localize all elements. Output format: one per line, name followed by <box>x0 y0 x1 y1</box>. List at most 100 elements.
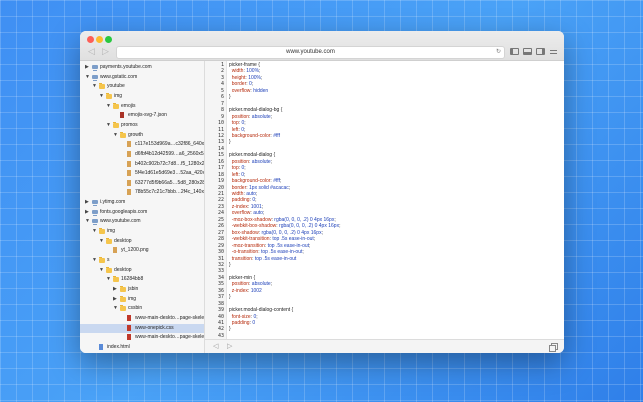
tree-item-label: index.html <box>107 343 130 350</box>
indent-left-icon[interactable]: ◁ <box>213 343 218 350</box>
tree-item[interactable]: ▼ 16284bb8 <box>80 275 204 284</box>
code-token: transition <box>229 255 253 262</box>
code-token: 100% <box>248 74 261 81</box>
tree-item[interactable]: ▼ desktop <box>80 237 204 246</box>
disclosure-expanded-icon[interactable]: ▼ <box>106 121 111 130</box>
disclosure-expanded-icon[interactable]: ▼ <box>85 73 90 82</box>
disclosure-expanded-icon[interactable]: ▼ <box>99 92 104 101</box>
tree-item[interactable]: ▶ payments.youtube.com <box>80 63 204 72</box>
tree-item-label: fonts.googleapis.com <box>100 208 148 215</box>
disclosure-collapsed-icon[interactable]: ▶ <box>85 63 90 72</box>
code-token: ; <box>244 165 246 172</box>
tree-item-label: www.youtube.com <box>100 218 141 225</box>
disclosure-expanded-icon[interactable]: ▼ <box>92 227 97 236</box>
address-bar[interactable]: www.youtube.com ↻ <box>116 46 505 59</box>
tree-item[interactable]: b402c902b72c7d8…f5_1280x260.jpeg <box>80 160 204 169</box>
tree-item-label: img <box>107 228 116 235</box>
tree-item-label: youtube <box>107 83 125 90</box>
tree-item[interactable]: ▶ i.ytimg.com <box>80 198 204 207</box>
disclosure-collapsed-icon[interactable]: ▶ <box>113 285 118 294</box>
code-token: rgba(0, 0, 0, .2) 0 4px 16px <box>279 223 340 230</box>
tree-item[interactable]: ▶ img <box>80 295 204 304</box>
tree-item-label: emojis <box>121 102 136 109</box>
disclosure-expanded-icon[interactable]: ▼ <box>85 217 90 226</box>
disclosure-expanded-icon[interactable]: ▼ <box>92 82 97 91</box>
code-token: z-index <box>229 203 248 210</box>
copy-icon[interactable] <box>549 343 558 352</box>
sidebar-right-layout-icon[interactable] <box>536 48 545 55</box>
tree-item[interactable]: ▼ youtube <box>80 82 204 91</box>
tree-item[interactable]: ▼ img <box>80 92 204 101</box>
tree-item-label: payments.youtube.com <box>100 64 152 70</box>
settings-sliders-icon[interactable] <box>549 48 558 55</box>
tree-item-label: b402c902b72c7d8…f5_1280x260.jpeg <box>135 160 204 167</box>
code-token: ; <box>302 249 304 256</box>
code-token: height <box>229 74 246 81</box>
minimize-window-button[interactable] <box>96 36 103 43</box>
sidebar-left-layout-icon[interactable] <box>510 48 519 55</box>
code-token: 1002 <box>250 287 262 294</box>
code-token: ; <box>259 68 261 75</box>
image-file-icon <box>127 141 131 148</box>
forward-arrow-icon[interactable]: ▷ <box>102 47 109 56</box>
tree-item[interactable]: ▼ cssbin <box>80 304 204 313</box>
tree-item[interactable]: ▼ s <box>80 256 204 265</box>
disclosure-expanded-icon[interactable]: ▼ <box>113 304 118 313</box>
tree-item[interactable]: 5f4e1d61e5d69e3…52aa_420x420.png <box>80 169 204 178</box>
disclosure-expanded-icon[interactable]: ▼ <box>106 102 111 111</box>
disclosure-collapsed-icon[interactable]: ▶ <box>85 198 90 207</box>
disclosure-expanded-icon[interactable]: ▼ <box>92 256 97 265</box>
tree-item[interactable]: ▼ emojis <box>80 102 204 111</box>
tree-item[interactable]: www-main-deskto…page-skeleton.css <box>80 314 204 323</box>
code-token: top .5s ease-in-out <box>267 242 310 249</box>
zoom-window-button[interactable] <box>105 36 112 43</box>
code-token: 1001 <box>250 203 262 210</box>
code-line: } <box>229 94 231 100</box>
tree-item[interactable]: ▶ jsbin <box>80 285 204 294</box>
tree-item[interactable]: ▼ www.youtube.com <box>80 217 204 226</box>
disclosure-collapsed-icon[interactable]: ▶ <box>85 208 90 217</box>
tree-item[interactable]: emojis-svg-7.json <box>80 111 204 120</box>
code-token: -moz-transition <box>229 242 265 249</box>
tree-item[interactable]: d6fbf4b12d42599…a6_2560x520.jpeg <box>80 150 204 159</box>
disclosure-collapsed-icon[interactable]: ▶ <box>113 295 118 304</box>
code-token: 0 <box>252 320 256 326</box>
tree-item[interactable]: 78b55c7c21c7bbb…2f4c_140x140.png <box>80 188 204 197</box>
disclosure-expanded-icon[interactable]: ▼ <box>113 131 118 140</box>
code-token: 1px solid #acacac <box>249 184 289 191</box>
tree-item[interactable]: www-main-deskto…page-skeleton.css <box>80 333 204 342</box>
tree-item[interactable]: ▼ desktop <box>80 266 204 275</box>
disclosure-expanded-icon[interactable]: ▼ <box>106 275 111 284</box>
tree-item[interactable]: ▼ growth <box>80 131 204 140</box>
code-token: font-size <box>229 313 251 320</box>
file-tree-sidebar: ▶ payments.youtube.com ▼ www.gstatic.com ▼ yo… <box>80 61 205 353</box>
tree-item[interactable]: yt_1200.png <box>80 246 204 255</box>
bottom-panel-layout-icon[interactable] <box>523 48 532 55</box>
close-window-button[interactable] <box>87 36 94 43</box>
code-token: ; <box>260 74 263 81</box>
indent-right-icon[interactable]: ▷ <box>227 343 232 350</box>
disclosure-expanded-icon[interactable]: ▼ <box>99 237 104 246</box>
tree-item[interactable]: c117e153d969a…c32f86_640x48.png <box>80 140 204 149</box>
tree-item[interactable]: ▼ www.gstatic.com <box>80 73 204 82</box>
back-arrow-icon[interactable]: ◁ <box>88 47 95 56</box>
tree-item[interactable]: ▼ promos <box>80 121 204 130</box>
disclosure-expanded-icon[interactable]: ▼ <box>99 266 104 275</box>
code-token: } <box>229 94 231 101</box>
code-token: -webkit-transition <box>229 236 270 243</box>
tree-item[interactable]: www-onepick.css <box>80 323 204 333</box>
code-token: ; <box>321 229 323 236</box>
folder-icon <box>120 295 126 302</box>
tree-item[interactable]: ▼ img <box>80 227 204 236</box>
code-token: z-index <box>229 287 248 294</box>
folder-icon <box>113 276 119 283</box>
code-token: top .5s ease-in-out <box>272 236 314 243</box>
tree-item[interactable]: ▶ fonts.googleapis.com <box>80 208 204 217</box>
tree-item-label: 63277d5f9b66a5…5d8_280x280.png <box>135 179 204 186</box>
tree-item[interactable]: 63277d5f9b66a5…5d8_280x280.png <box>80 179 204 188</box>
tree-item-label: 5f4e1d61e5d69e3…52aa_420x420.png <box>135 170 204 177</box>
tree-item[interactable]: index.html <box>80 343 204 352</box>
code-editor[interactable]: 1 2 3 4 5 6 7 8 9 10 11 12 13 14 15 16 17 18 19 20 21 22 23 24 2… <box>205 61 564 339</box>
code-token: box-shadow <box>229 229 259 236</box>
reload-icon[interactable]: ↻ <box>496 47 501 58</box>
